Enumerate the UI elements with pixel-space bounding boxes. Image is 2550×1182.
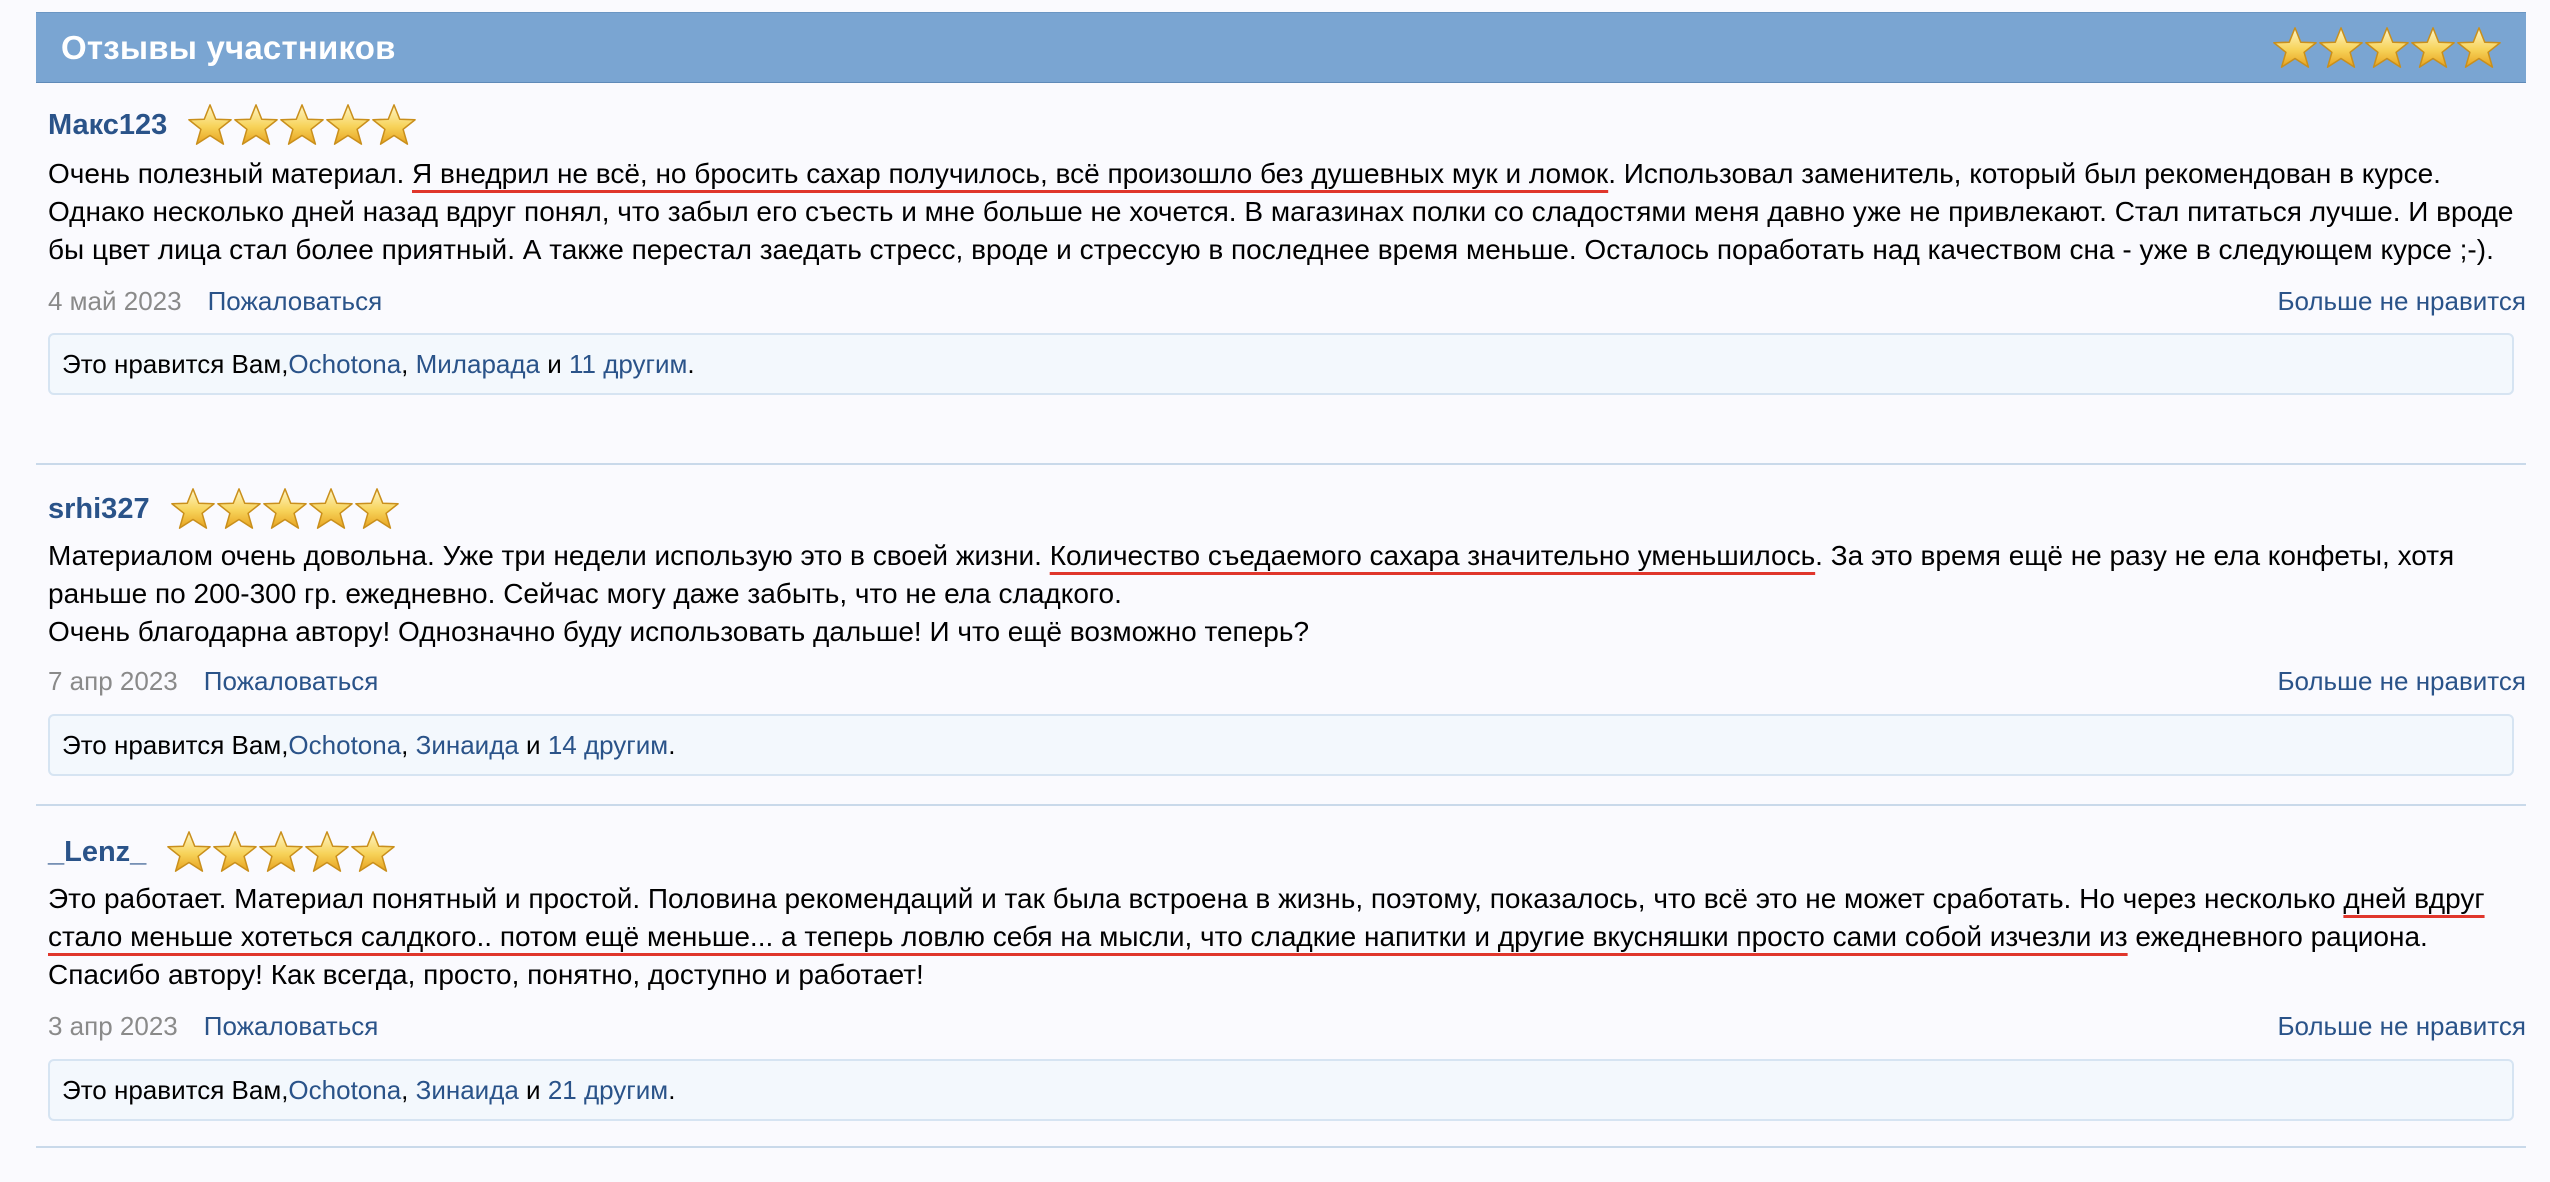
review-text: Это работает. Материал понятный и просто… [36,880,2526,994]
unlike-link[interactable]: Больше не нравится [2277,1011,2526,1042]
overall-rating [2272,25,2502,71]
liker-link[interactable]: Зинаида [416,730,519,761]
review-text-part: Очень благодарна автору! Однозначно буду… [48,616,1310,647]
review-meta: 3 апр 2023 Пожаловаться Больше не нравитс… [36,1006,2526,1046]
review-text: Материалом очень довольна. Уже три недел… [36,537,2526,651]
review-username[interactable]: srhi327 [48,493,150,526]
likes-separator: , [401,1074,416,1105]
likes-separator: , [401,348,416,379]
reviews-panel: Отзывы участников Макс123 Очень полезный… [36,12,2526,1148]
report-link[interactable]: Пожаловаться [204,1011,379,1041]
likes-end: . [668,729,676,760]
highlighted-text: Я внедрил не всё, но бросить сахар получ… [412,158,1609,189]
star-icon [170,486,216,532]
likes-prefix: Это нравится Вам, [62,348,289,379]
reviews-header: Отзывы участников [36,12,2526,83]
star-icon [262,486,308,532]
star-icon [279,102,325,148]
unlike-link[interactable]: Больше не нравится [2277,666,2526,697]
unlike-link[interactable]: Больше не нравится [2277,286,2526,317]
star-icon [187,102,233,148]
star-icon [354,486,400,532]
page-title: Отзывы участников [61,28,396,66]
star-icon [258,829,304,875]
review-header: srhi327 [36,465,2526,535]
likes-others-link[interactable]: 21 другим [548,1075,668,1106]
review-username[interactable]: _Lenz_ [48,836,146,869]
review-text: Очень полезный материал. Я внедрил не вс… [36,155,2526,269]
likes-and: и [518,729,548,760]
star-icon [2456,25,2502,71]
review-header: Макс123 [36,83,2526,151]
star-icon [2318,25,2364,71]
likes-end: . [687,348,695,379]
report-link[interactable]: Пожаловаться [204,666,379,696]
review-date: 3 апр 2023 [48,1010,178,1041]
review-date: 4 май 2023 [48,285,182,316]
star-icon [371,102,417,148]
review-rating [187,102,417,148]
star-icon [2410,25,2456,71]
review-text-part: Это работает. Материал понятный и просто… [48,883,2344,914]
star-icon [325,102,371,148]
star-icon [166,829,212,875]
highlighted-text: Количество съедаемого сахара значительно… [1049,540,1816,571]
review-item: Макс123 Очень полезный материал. Я внедр… [36,83,2526,465]
likes-box: Это нравится Вам, Ochotona , Милaрада и … [48,333,2514,395]
star-icon [233,102,279,148]
liker-link[interactable]: Зинаида [416,1075,519,1106]
likes-and: и [540,348,569,379]
star-icon [212,829,258,875]
likes-others-link[interactable]: 11 другим [569,349,687,380]
review-date: 7 апр 2023 [48,665,178,696]
review-item: srhi327 Материалом очень довольна. Уже т… [36,465,2526,806]
likes-and: и [518,1074,548,1105]
review-rating [170,486,400,532]
liker-link[interactable]: Ochotona [288,1075,401,1106]
review-meta: 7 апр 2023 Пожаловаться Больше не нравитс… [36,661,2526,701]
likes-separator: , [401,729,416,760]
likes-box: Это нравится Вам, Ochotona , Зинаида и 1… [48,714,2514,776]
likes-box: Это нравится Вам, Ochotona , Зинаида и 2… [48,1059,2514,1121]
review-text-part: Очень полезный материал. [48,158,412,189]
review-username[interactable]: Макс123 [48,109,167,142]
liker-link[interactable]: Ochotona [288,730,401,761]
review-rating [166,829,396,875]
star-icon [2364,25,2410,71]
likes-end: . [668,1074,676,1105]
star-icon [304,829,350,875]
review-item: _Lenz_ Это работает. Материал понятный и… [36,806,2526,1148]
star-icon [308,486,354,532]
likes-prefix: Это нравится Вам, [62,729,289,760]
star-icon [350,829,396,875]
report-link[interactable]: Пожаловаться [208,286,383,316]
review-text-part: Материалом очень довольна. Уже три недел… [48,540,1050,571]
likes-others-link[interactable]: 14 другим [548,730,668,761]
liker-link[interactable]: Ochotona [288,349,401,380]
review-meta: 4 май 2023 Пожаловаться Больше не нравитс… [36,281,2526,321]
likes-prefix: Это нравится Вам, [62,1074,289,1105]
review-header: _Lenz_ [36,806,2526,878]
star-icon [216,486,262,532]
liker-link[interactable]: Милaрада [416,349,540,380]
star-icon [2272,25,2318,71]
